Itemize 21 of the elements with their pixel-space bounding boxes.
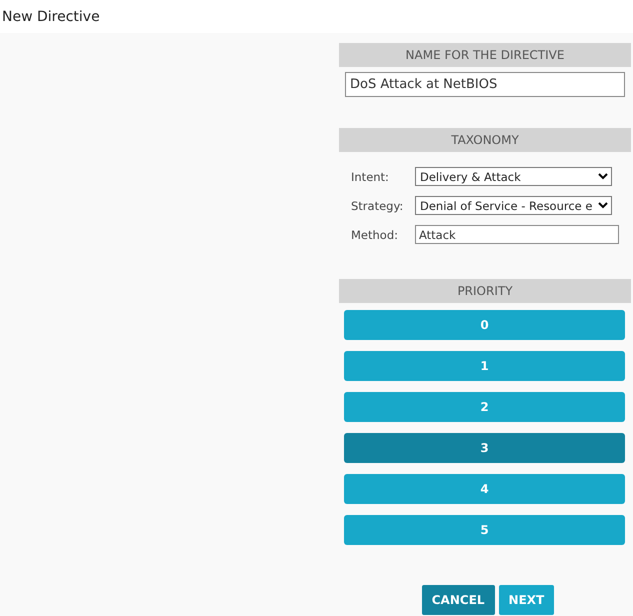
field-label: Intent: (351, 170, 390, 184)
next-button[interactable]: NEXT (498, 585, 554, 615)
section-header: TAXONOMY (339, 128, 631, 152)
priority-button[interactable]: 2 (344, 392, 625, 422)
field-label: Method: (351, 228, 400, 242)
section-header: NAME FOR THE DIRECTIVE (339, 43, 631, 67)
priority-button[interactable]: 1 (344, 351, 625, 381)
field-label: Strategy: (351, 198, 404, 212)
cancel-button[interactable]: CANCEL (422, 585, 495, 615)
dropdown-field[interactable]: Denial of Service - Resource e (415, 196, 612, 215)
method-input-field[interactable]: Attack (415, 225, 619, 244)
section-header: PRIORITY (339, 279, 631, 303)
chevron-down-icon (598, 202, 608, 209)
window-title: New Directive (1, 8, 101, 26)
name-input-field[interactable]: DoS Attack at NetBIOS (345, 72, 625, 97)
dropdown-field[interactable]: Delivery & Attack (415, 167, 612, 186)
priority-button[interactable]: 0 (344, 310, 625, 340)
priority-button[interactable]: 4 (344, 474, 625, 504)
priority-button[interactable]: 3 (344, 433, 625, 463)
chevron-down-icon (598, 173, 608, 180)
priority-button[interactable]: 5 (344, 515, 625, 545)
